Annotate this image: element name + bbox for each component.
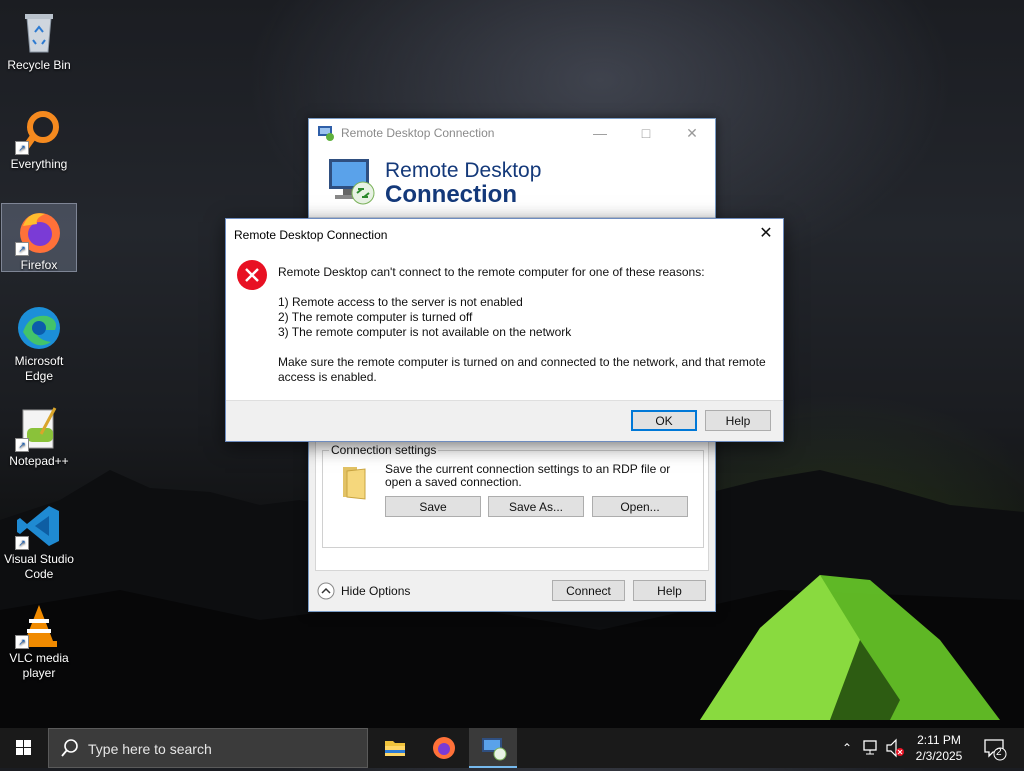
options-panel: Connection settings Save the current con… [315,437,709,571]
desktop-icon-label: Microsoft Edge [14,354,64,383]
notepadpp-icon: ↗ [15,404,63,452]
notification-icon [984,739,1007,761]
error-message-intro: Remote Desktop can't connect to the remo… [278,265,705,279]
hide-options-label: Hide Options [341,584,411,598]
firefox-icon: ↗ [15,208,63,256]
taskbar-clock[interactable]: 2:11 PM 2/3/2025 [906,732,972,764]
shortcut-arrow-icon: ↗ [15,141,29,155]
desktop-icon-label: Firefox [20,258,58,272]
taskbar-search-box[interactable]: Type here to search [48,728,368,768]
error-icon [237,260,267,290]
clock-time: 2:11 PM [917,733,961,747]
chevron-up-icon[interactable]: ⌃ [838,728,856,768]
banner-title-line1: Remote Desktop [385,159,542,182]
file-explorer-icon [385,741,405,756]
connect-button[interactable]: Connect [552,580,625,601]
save-button[interactable]: Save [385,496,481,517]
desktop-icon-label: Recycle Bin [7,58,71,72]
volume-muted-icon[interactable] [884,728,906,768]
shortcut-arrow-icon: ↗ [15,536,29,550]
taskbar-rdp[interactable] [469,728,517,768]
notification-count: 2 [996,747,1002,758]
desktop-icon-everything[interactable]: ↗ Everything [2,103,76,172]
shortcut-arrow-icon: ↗ [15,242,29,256]
desktop-icon-edge[interactable]: Microsoft Edge [2,300,76,384]
rdp-app-icon [482,738,507,761]
edge-icon [15,304,63,352]
search-icon [61,739,78,757]
help-button[interactable]: Help [633,580,706,601]
desktop-icon-vlc[interactable]: ↗ VLC media player [2,597,76,681]
shortcut-arrow-icon: ↗ [15,438,29,452]
taskbar-firefox[interactable] [420,728,468,768]
error-reason: 1) Remote access to the server is not en… [278,295,523,309]
firefox-icon [433,737,455,759]
maximize-button[interactable]: □ [623,119,669,147]
error-dialog-close-button[interactable]: ✕ [751,221,781,247]
notification-center-button[interactable]: 2 [980,728,1010,768]
ok-button[interactable]: OK [631,410,697,431]
error-message-outro: Make sure the remote computer is turned … [278,355,766,384]
connection-settings-description: Save the current connection settings to … [385,462,671,489]
recycle-bin-icon [15,8,63,56]
minimize-button[interactable]: — [577,119,623,147]
desktop-icon-vscode[interactable]: ↗ Visual Studio Code [2,498,76,582]
rdp-main-titlebar[interactable]: Remote Desktop Connection — □ ✕ [309,119,715,147]
shortcut-arrow-icon: ↗ [15,635,29,649]
windows-logo-icon [16,740,31,755]
desktop-icon-label: Everything [10,157,68,171]
desktop-icon-label: Notepad++ [9,454,69,468]
chevron-up-icon [317,582,335,600]
connection-settings-label: Connection settings [329,443,439,457]
desktop-icon-label: VLC media player [9,651,69,680]
rdp-main-title: Remote Desktop Connection [341,126,495,140]
network-icon[interactable] [860,728,882,768]
taskbar-file-explorer[interactable] [371,728,419,768]
error-dialog-footer: OK Help [226,400,783,441]
close-button[interactable]: ✕ [669,119,715,147]
connection-settings-group: Connection settings Save the current con… [322,443,704,548]
vlc-icon: ↗ [15,601,63,649]
folder-icon [343,467,366,500]
desktop-icon-recycle-bin[interactable]: Recycle Bin [2,4,76,73]
banner-title-line2: Connection [385,181,517,208]
desktop-icon-label: Visual Studio Code [4,552,74,581]
error-help-button[interactable]: Help [705,410,771,431]
open-button[interactable]: Open... [592,496,688,517]
everything-icon: ↗ [15,107,63,155]
save-as-button[interactable]: Save As... [488,496,584,517]
error-dialog: Remote Desktop Connection ✕ Remote Deskt… [225,218,784,442]
desktop-icon-notepadpp[interactable]: ↗ Notepad++ [2,400,76,469]
taskbar: Type here to search ⌃ 2:11 PM 2/3/2025 2 [0,728,1024,768]
clock-date: 2/3/2025 [915,749,963,763]
start-button[interactable] [0,728,48,768]
rdp-logo-icon [329,159,375,205]
hide-options-toggle[interactable]: Hide Options [317,582,410,600]
rdp-app-icon [318,126,334,141]
rdp-banner: Remote Desktop Connection [309,147,715,218]
error-dialog-title: Remote Desktop Connection [234,228,388,242]
error-reason: 3) The remote computer is not available … [278,325,572,339]
error-reason: 2) The remote computer is turned off [278,310,473,324]
vscode-icon: ↗ [15,502,63,550]
desktop-icon-firefox[interactable]: ↗ Firefox [1,203,77,272]
error-message: Remote Desktop can't connect to the remo… [278,265,774,385]
search-placeholder: Type here to search [88,741,212,757]
